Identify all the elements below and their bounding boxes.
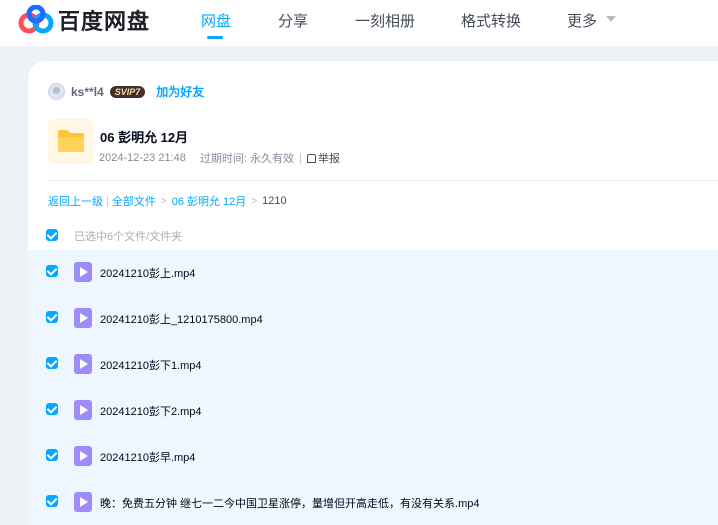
expiry-text: 过期时间: 永久有效 <box>199 153 294 165</box>
file-row[interactable]: 晚：免费五分钟 继七一二今中国卫星涨停，量增但开高走低，有没有关系.mp4 <box>28 480 718 525</box>
add-friend-link[interactable]: 加为好友 <box>156 83 204 100</box>
breadcrumb-parent-folder[interactable]: 06 彭明允 12月 <box>172 193 247 209</box>
folder-icon <box>58 130 84 152</box>
breadcrumb-all-files[interactable]: 全部文件 <box>112 193 156 209</box>
file-name[interactable]: 20241210彭早.mp4 <box>100 449 195 465</box>
file-row[interactable]: 20241210彭下1.mp4 <box>28 342 718 388</box>
folder-thumbnail <box>48 119 93 164</box>
file-name[interactable]: 20241210彭下2.mp4 <box>100 403 202 419</box>
report-icon <box>306 153 316 163</box>
select-all-checkbox[interactable] <box>46 229 58 241</box>
video-file-icon <box>74 262 92 282</box>
video-file-icon <box>74 308 92 328</box>
select-all-row: 已选中6个文件/文件夹 <box>28 222 718 248</box>
share-date: 2024-12-23 21:48 <box>99 152 186 164</box>
nav-tab-format-convert[interactable]: 格式转换 <box>461 10 521 31</box>
top-navigation-bar: 百度网盘 网盘 分享 一刻相册 格式转换 更多 <box>0 0 718 46</box>
meta-divider <box>299 152 301 164</box>
file-row[interactable]: 20241210彭上.mp4 <box>28 250 718 296</box>
folder-title: 06 彭明允 12月 <box>100 130 189 145</box>
file-name[interactable]: 20241210彭下1.mp4 <box>100 357 202 373</box>
share-card: ks**l4 SVIP7 加为好友 06 彭明允 12月 2024-12-23 … <box>28 61 718 525</box>
video-file-icon <box>74 492 92 512</box>
chevron-down-icon[interactable] <box>606 16 616 22</box>
selection-summary: 已选中6个文件/文件夹 <box>74 231 183 243</box>
video-file-icon <box>74 354 92 374</box>
logo-mark-icon <box>18 5 54 34</box>
breadcrumb-current: 1210 <box>262 195 287 207</box>
file-checkbox[interactable] <box>46 265 58 277</box>
file-checkbox[interactable] <box>46 403 58 415</box>
file-name[interactable]: 20241210彭上_1210175800.mp4 <box>100 311 263 327</box>
file-name[interactable]: 晚：免费五分钟 继七一二今中国卫星涨停，量增但开高走低，有没有关系.mp4 <box>100 495 480 511</box>
breadcrumb: 返回上一级 | 全部文件 > 06 彭明允 12月 > 1210 <box>48 193 287 209</box>
report-button[interactable]: 举报 <box>306 150 340 166</box>
file-checkbox[interactable] <box>46 449 58 461</box>
nav-tab-photo-album[interactable]: 一刻相册 <box>355 10 415 31</box>
section-divider <box>48 180 718 181</box>
file-row[interactable]: 20241210彭上_1210175800.mp4 <box>28 296 718 342</box>
file-row[interactable]: 20241210彭早.mp4 <box>28 434 718 480</box>
breadcrumb-back[interactable]: 返回上一级 <box>48 193 103 209</box>
file-checkbox[interactable] <box>46 311 58 323</box>
chevron-right-icon: > <box>160 195 167 207</box>
sharer-info: ks**l4 SVIP7 加为好友 <box>48 83 204 100</box>
avatar[interactable] <box>48 83 65 100</box>
nav-tab-netdisk[interactable]: 网盘 <box>201 10 231 31</box>
video-file-icon <box>74 400 92 420</box>
nav-tab-more[interactable]: 更多 <box>567 10 597 31</box>
file-checkbox[interactable] <box>46 357 58 369</box>
file-checkbox[interactable] <box>46 495 58 507</box>
svip-badge: SVIP7 <box>109 85 146 98</box>
file-name[interactable]: 20241210彭上.mp4 <box>100 265 195 281</box>
video-file-icon <box>74 446 92 466</box>
baidu-netdisk-logo[interactable]: 百度网盘 <box>18 4 150 36</box>
file-list: 20241210彭上.mp4 20241210彭上_1210175800.mp4… <box>28 250 718 525</box>
sharer-username[interactable]: ks**l4 <box>71 85 104 99</box>
file-row[interactable]: 20241210彭下2.mp4 <box>28 388 718 434</box>
logo-text: 百度网盘 <box>58 10 151 35</box>
nav-tab-share[interactable]: 分享 <box>278 10 308 31</box>
report-label: 举报 <box>317 153 340 165</box>
chevron-right-icon: > <box>251 195 258 207</box>
folder-meta: 2024-12-23 21:48 过期时间: 永久有效 举报 <box>99 150 340 166</box>
breadcrumb-separator: | <box>106 195 109 207</box>
active-tab-indicator <box>207 36 223 39</box>
